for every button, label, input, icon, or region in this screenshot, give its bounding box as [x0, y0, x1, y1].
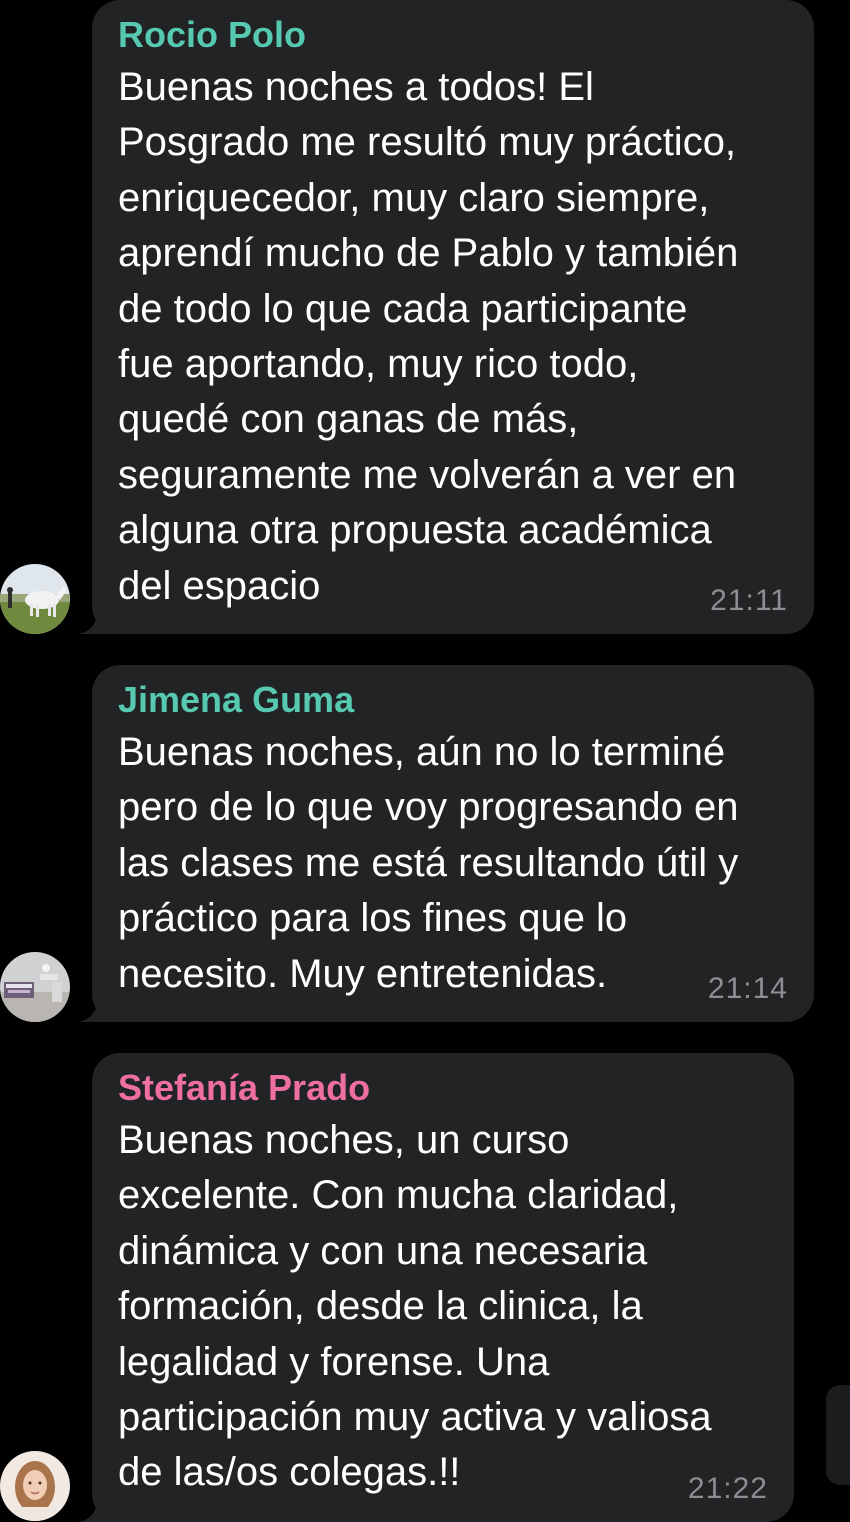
message-bubble[interactable]: Rocio Polo Buenas noches a todos! El Pos…	[92, 0, 814, 634]
avatar[interactable]	[0, 564, 70, 634]
message-bubble[interactable]: Stefanía Prado Buenas noches, un curso e…	[92, 1053, 794, 1522]
message-time: 21:22	[687, 1472, 768, 1505]
message-time: 21:14	[707, 972, 788, 1005]
scroll-to-bottom-handle[interactable]	[826, 1385, 850, 1485]
avatar[interactable]	[0, 1451, 70, 1521]
message-text: Buenas noches a todos! El Posgrado me re…	[118, 65, 739, 608]
bubble-tail	[78, 1486, 118, 1522]
avatar[interactable]	[0, 952, 70, 1022]
sender-name[interactable]: Jimena Guma	[118, 679, 788, 721]
message-bubble[interactable]: Jimena Guma Buenas noches, aún no lo ter…	[92, 665, 814, 1022]
room-photo-icon	[0, 952, 70, 1022]
message-text: Buenas noches, un curso excelente. Con m…	[118, 1118, 712, 1495]
sender-name[interactable]: Rocio Polo	[118, 14, 788, 56]
horse-photo-icon	[0, 564, 70, 634]
portrait-photo-icon	[0, 1451, 70, 1521]
bubble-tail	[78, 598, 118, 634]
bubble-tail	[78, 986, 118, 1022]
sender-name[interactable]: Stefanía Prado	[118, 1067, 768, 1109]
message-time: 21:11	[710, 584, 788, 617]
message-text: Buenas noches, aún no lo terminé pero de…	[118, 730, 739, 996]
